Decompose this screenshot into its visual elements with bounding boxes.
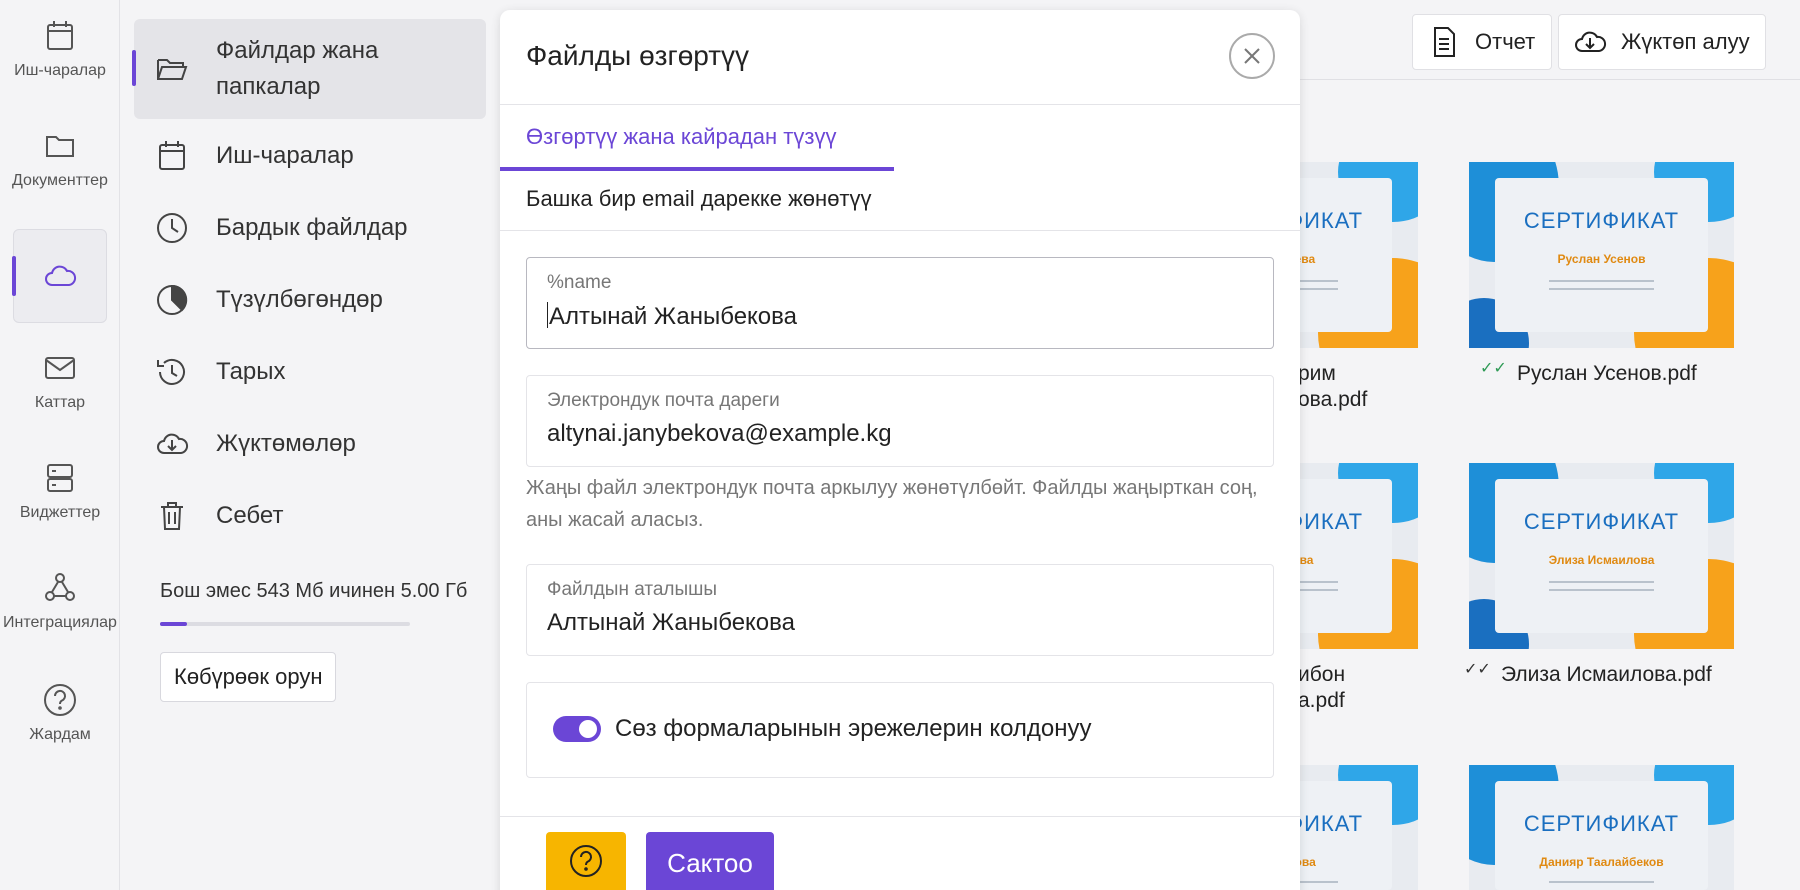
tab-edit-recreate[interactable]: Өзгөртүү жана кайрадан түзүү bbox=[526, 124, 836, 150]
storage-progress bbox=[160, 622, 410, 626]
mail-icon bbox=[42, 350, 78, 386]
word-forms-toggle[interactable] bbox=[553, 716, 601, 742]
name-field-value-wrap[interactable]: Алтынай Жаныбекова bbox=[547, 302, 797, 331]
report-label: Отчет bbox=[1475, 29, 1536, 54]
sidebar-item-downloads[interactable]: Жүктөмөлөр bbox=[134, 422, 486, 466]
file-thumbnail[interactable]: СЕРТИФИКАТ Данияр Таалайбеков bbox=[1469, 765, 1734, 890]
rail-item-cloud[interactable] bbox=[0, 258, 120, 302]
sidebar-item-label: Тарых bbox=[216, 358, 286, 385]
cert-title: СЕРТИФИКАТ bbox=[1523, 811, 1680, 836]
word-forms-option: Сөз формаларынын эрежелерин колдонуу bbox=[526, 682, 1274, 778]
pie-icon bbox=[154, 282, 190, 318]
sidebar-item-files-folders[interactable]: Файлдар жана папкалар bbox=[134, 19, 486, 119]
sidebar-item-label: Жүктөмөлөр bbox=[216, 430, 356, 457]
close-icon bbox=[1244, 48, 1260, 64]
sidebar-item-drafts[interactable]: Түзүлбөгөндөр bbox=[134, 278, 486, 322]
question-icon bbox=[570, 845, 602, 877]
filename-field[interactable]: Файлдын аталышы Алтынай Жаныбекова bbox=[526, 564, 1274, 656]
cert-person: Данияр Таалайбеков bbox=[1539, 855, 1664, 869]
rail-item-help[interactable]: Жардам bbox=[0, 682, 120, 744]
read-check-icon: ✓✓ bbox=[1464, 661, 1491, 678]
save-button[interactable]: Сактоо bbox=[646, 832, 774, 890]
help-icon bbox=[42, 682, 78, 718]
widgets-icon bbox=[42, 460, 78, 496]
files-sidebar: Файлдар жана папкалар Иш-чаралар Бардык … bbox=[122, 0, 500, 890]
rail-item-integrations[interactable]: Интеграциялар bbox=[0, 570, 120, 632]
cert-title: СЕРТИФИКАТ bbox=[1523, 509, 1680, 534]
sidebar-item-label: Себет bbox=[216, 502, 284, 529]
email-field[interactable]: Электрондук почта дареги altynai.janybek… bbox=[526, 375, 1274, 467]
filename-field-label: Файлдын аталышы bbox=[547, 579, 718, 600]
cert-title: СЕРТИФИКАТ bbox=[1523, 208, 1680, 233]
rail-item-label: Документтер bbox=[12, 172, 108, 189]
file-name[interactable]: Руслан Усенов.pdf bbox=[1517, 362, 1697, 386]
name-field-value: Алтынай Жаныбекова bbox=[549, 303, 797, 330]
close-button[interactable] bbox=[1229, 33, 1275, 79]
history-icon bbox=[154, 354, 190, 390]
rail-item-label: Интеграциялар bbox=[3, 614, 117, 631]
word-forms-toggle-label: Сөз формаларынын эрежелерин колдонуу bbox=[615, 715, 1092, 742]
rail-item-widgets[interactable]: Виджеттер bbox=[0, 460, 120, 522]
file-thumbnail[interactable]: СЕРТИФИКАТ Элиза Исмаилова bbox=[1469, 463, 1734, 649]
cloud-download-icon bbox=[154, 426, 190, 462]
filename-field-value: Алтынай Жаныбекова bbox=[547, 609, 795, 636]
dialog-title: Файлды өзгөртүү bbox=[526, 40, 750, 71]
email-field-label: Электрондук почта дареги bbox=[547, 390, 780, 411]
rail-item-mail[interactable]: Каттар bbox=[0, 350, 120, 412]
report-button[interactable]: Отчет bbox=[1412, 14, 1552, 70]
sidebar-item-label: Файлдар жана папкалар bbox=[216, 37, 379, 100]
rail-item-label: Иш-чаралар bbox=[14, 62, 106, 79]
report-icon bbox=[1434, 27, 1455, 57]
app-rail: Иш-чаралар Документтер Каттар Виджеттер … bbox=[0, 0, 120, 890]
name-field-label: %name bbox=[547, 272, 612, 293]
trash-icon bbox=[154, 498, 190, 534]
file-name[interactable]: Элиза Исмаилова.pdf bbox=[1501, 663, 1712, 687]
sidebar-item-label: Бардык файлдар bbox=[216, 214, 408, 241]
cloud-download-icon bbox=[1575, 31, 1607, 52]
calendar-icon bbox=[154, 138, 190, 174]
integration-icon bbox=[42, 570, 78, 606]
sidebar-item-trash[interactable]: Себет bbox=[134, 494, 486, 538]
storage-progress-fill bbox=[160, 622, 187, 626]
calendar-icon bbox=[42, 18, 78, 54]
download-label: Жүктөп алуу bbox=[1621, 29, 1750, 54]
edit-file-dialog: Файлды өзгөртүү Өзгөртүү жана кайрадан т… bbox=[500, 10, 1300, 890]
clock-icon bbox=[154, 210, 190, 246]
file-name[interactable]: ибон bbox=[1298, 663, 1345, 687]
email-field-value: altynai.janybekova@example.kg bbox=[547, 420, 892, 447]
sidebar-item-all-files[interactable]: Бардык файлдар bbox=[134, 206, 486, 250]
sidebar-item-events[interactable]: Иш-чаралар bbox=[134, 134, 486, 178]
file-name[interactable]: а.pdf bbox=[1298, 689, 1345, 713]
folder-icon bbox=[42, 128, 78, 164]
sidebar-item-label: Иш-чаралар bbox=[216, 142, 354, 169]
sidebar-active-marker bbox=[132, 50, 136, 86]
sidebar-item-history[interactable]: Тарых bbox=[134, 350, 486, 394]
cloud-icon bbox=[42, 258, 78, 294]
cert-person: Руслан Усенов bbox=[1557, 252, 1646, 266]
download-button[interactable]: Жүктөп алуу bbox=[1558, 14, 1766, 70]
file-thumbnail[interactable]: СЕРТИФИКАТ Руслан Усенов bbox=[1469, 162, 1734, 348]
rail-item-label: Виджеттер bbox=[19, 504, 101, 521]
divider bbox=[500, 816, 1300, 817]
sent-check-icon: ✓✓ bbox=[1480, 360, 1507, 377]
file-name[interactable]: ова.pdf bbox=[1298, 388, 1367, 412]
more-space-button[interactable]: Көбүрөөк орун bbox=[160, 652, 337, 702]
active-tab-indicator bbox=[500, 167, 894, 171]
name-field[interactable]: %name Алтынай Жаныбекова bbox=[526, 257, 1274, 349]
rail-item-events[interactable]: Иш-чаралар bbox=[0, 18, 120, 80]
storage-usage-text: Бош эмес 543 Мб ичинен 5.00 Гб bbox=[160, 580, 468, 602]
sidebar-item-label: Түзүлбөгөндөр bbox=[216, 286, 383, 313]
rail-item-label: Жардам bbox=[29, 726, 91, 743]
help-button[interactable] bbox=[546, 832, 626, 890]
tab-send-other-email[interactable]: Башка бир email дарекке жөнөтүү bbox=[526, 186, 872, 212]
file-name[interactable]: рим bbox=[1298, 362, 1336, 386]
rail-item-documents[interactable]: Документтер bbox=[0, 128, 120, 190]
divider bbox=[500, 230, 1300, 231]
cert-person: Элиза Исмаилова bbox=[1548, 553, 1655, 567]
email-hint-text: Жаңы файл электрондук почта аркылуу жөнө… bbox=[526, 477, 1258, 531]
rail-item-label: Каттар bbox=[34, 394, 86, 411]
divider bbox=[500, 104, 1300, 105]
folder-open-icon bbox=[154, 51, 190, 87]
